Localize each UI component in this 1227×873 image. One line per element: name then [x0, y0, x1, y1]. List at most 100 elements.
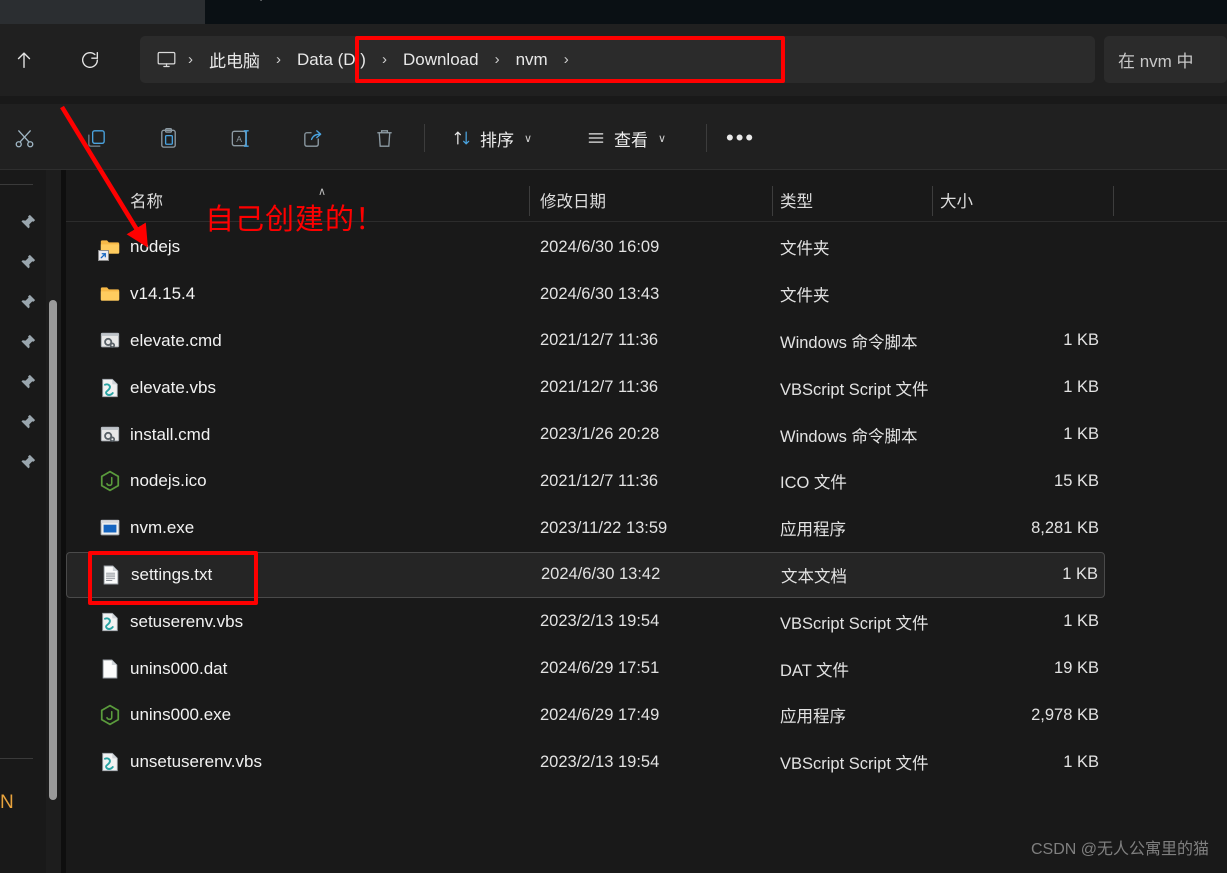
vbscript-icon	[98, 750, 122, 774]
table-row[interactable]: unsetuserenv.vbs 2023/2/13 19:54 VBScript …	[66, 739, 1105, 786]
toolbar-divider	[424, 124, 425, 152]
pin-icon[interactable]	[16, 290, 40, 314]
file-name: setuserenv.vbs	[130, 611, 244, 631]
divider	[0, 184, 33, 185]
file-size: 1 KB	[1062, 565, 1098, 584]
file-type: 文件夹	[780, 240, 830, 259]
file-date-modified: 2024/6/30 13:42	[541, 565, 661, 584]
tab-strip: ✕ +	[0, 0, 1227, 24]
column-divider[interactable]	[529, 186, 530, 216]
breadcrumb-separator: ›	[188, 51, 193, 68]
file-type: 应用程序	[780, 521, 846, 540]
column-divider[interactable]	[772, 186, 773, 216]
pin-icon[interactable]	[16, 410, 40, 434]
breadcrumb-separator[interactable]: ›	[557, 51, 576, 68]
breadcrumb-separator: ›	[381, 51, 387, 68]
file-date-modified: 2024/6/29 17:51	[540, 659, 660, 678]
paste-icon[interactable]	[146, 116, 190, 160]
pin-icon[interactable]	[16, 330, 40, 354]
view-button[interactable]: 查看 ∨	[578, 116, 674, 160]
column-divider[interactable]	[932, 186, 933, 216]
navigation-pane-scrollbar[interactable]	[46, 170, 61, 873]
command-bar: A 排序 ∨ 查看 ∨ •••	[0, 104, 1227, 170]
table-row[interactable]: settings.txt 2024/6/30 13:42 文本文档 1 KB	[66, 551, 1105, 599]
rename-icon[interactable]: A	[218, 116, 262, 160]
sort-button[interactable]: 排序 ∨	[444, 116, 540, 160]
file-type: ICO 文件	[780, 474, 847, 493]
cut-icon[interactable]	[2, 116, 46, 160]
file-type: 应用程序	[780, 708, 846, 727]
table-row[interactable]: nodejs.ico 2021/12/7 11:36 ICO 文件 15 KB	[66, 458, 1105, 505]
file-explorer-window: ✕ + › 此电脑 › Data (D:	[0, 0, 1227, 873]
file-date-modified: 2023/2/13 19:54	[540, 752, 660, 771]
sidebar-truncated-label[interactable]: N	[0, 792, 14, 814]
folder-icon	[98, 282, 122, 306]
navigation-bar: › 此电脑 › Data (D:) › Download › nvm › 在 n…	[0, 24, 1227, 96]
file-type: 文本文档	[781, 567, 847, 586]
column-divider[interactable]	[1113, 186, 1114, 216]
column-header-type[interactable]: 类型	[780, 179, 813, 221]
pin-icon[interactable]	[16, 210, 40, 234]
pin-icon[interactable]	[16, 370, 40, 394]
search-input[interactable]: 在 nvm 中	[1104, 36, 1227, 83]
navigation-pane: N	[0, 170, 46, 873]
blank-document-icon	[98, 657, 122, 681]
table-row[interactable]: unins000.dat 2024/6/29 17:51 DAT 文件 19 KB	[66, 645, 1105, 692]
table-row[interactable]: elevate.cmd 2021/12/7 11:36 Windows 命令脚本 1 …	[66, 318, 1105, 365]
column-header-name[interactable]: 名称	[130, 179, 163, 221]
toolbar-divider	[706, 124, 707, 152]
chevron-down-icon: ∨	[524, 132, 533, 145]
more-options-button[interactable]: •••	[718, 116, 763, 160]
pin-icon[interactable]	[16, 450, 40, 474]
file-size: 1 KB	[1063, 425, 1099, 444]
table-row[interactable]: elevate.vbs 2021/12/7 11:36 VBScript Scrip…	[66, 364, 1105, 411]
file-date-modified: 2021/12/7 11:36	[540, 378, 659, 397]
file-size: 1 KB	[1063, 752, 1099, 771]
file-size: 1 KB	[1063, 331, 1099, 350]
delete-icon[interactable]	[362, 116, 406, 160]
breadcrumb-item-nvm[interactable]: nvm	[507, 47, 557, 73]
breadcrumb-separator: ›	[494, 51, 500, 68]
search-input-text: 在 nvm 中	[1118, 52, 1194, 71]
tab-close-icon[interactable]: ✕	[165, 0, 187, 8]
scrollbar-thumb[interactable]	[49, 300, 57, 800]
vbscript-icon	[98, 376, 122, 400]
this-pc-monitor-icon[interactable]	[153, 47, 179, 73]
tab-strip-background	[205, 0, 1227, 24]
table-row[interactable]: setuserenv.vbs 2023/2/13 19:54 VBScript Sc…	[66, 598, 1105, 645]
file-size: 15 KB	[1054, 471, 1099, 490]
pin-icon[interactable]	[16, 250, 40, 274]
column-header-date[interactable]: 修改日期	[540, 179, 606, 221]
breadcrumb-item-this-pc[interactable]: 此电脑	[200, 44, 269, 75]
breadcrumb-item-data-d[interactable]: Data (D:)	[288, 47, 375, 73]
file-name: unins000.dat	[130, 658, 228, 678]
new-tab-button[interactable]: +	[248, 0, 274, 10]
up-arrow-icon[interactable]	[2, 38, 46, 82]
file-type: VBScript Script 文件	[780, 614, 929, 633]
column-header-size[interactable]: 大小	[940, 179, 973, 221]
share-icon[interactable]	[290, 116, 334, 160]
file-type: DAT 文件	[780, 661, 850, 680]
refresh-icon[interactable]	[68, 38, 112, 82]
watermark: CSDN @无人公寓里的猫	[1030, 841, 1209, 858]
table-row[interactable]: unins000.exe 2024/6/29 17:49 应用程序 2,978 KB	[66, 692, 1105, 739]
table-row[interactable]: nvm.exe 2023/11/22 13:59 应用程序 8,281 KB	[66, 505, 1105, 552]
file-date-modified: 2021/12/7 11:36	[540, 471, 659, 490]
file-size: 1 KB	[1063, 612, 1099, 631]
cmd-script-icon	[98, 423, 122, 447]
file-date-modified: 2023/2/13 19:54	[540, 612, 660, 631]
file-name: install.cmd	[130, 424, 211, 444]
application-icon	[98, 516, 122, 540]
shortcut-arrow-badge-icon	[98, 250, 109, 262]
file-size: 8,281 KB	[1031, 518, 1099, 537]
file-name: unins000.exe	[130, 705, 232, 725]
file-size: 19 KB	[1054, 659, 1099, 678]
breadcrumb-item-download[interactable]: Download	[394, 47, 488, 73]
address-bar[interactable]: › 此电脑 › Data (D:) › Download › nvm ›	[140, 36, 1095, 83]
table-row[interactable]: v14.15.4 2024/6/30 13:43 文件夹	[66, 271, 1105, 318]
table-row[interactable]: install.cmd 2023/1/26 20:28 Windows 命令脚本 1 …	[66, 411, 1105, 458]
file-date-modified: 2021/12/7 11:36	[540, 331, 659, 350]
copy-icon[interactable]	[74, 116, 118, 160]
file-type: VBScript Script 文件	[780, 755, 929, 774]
file-date-modified: 2023/1/26 20:28	[540, 425, 660, 444]
